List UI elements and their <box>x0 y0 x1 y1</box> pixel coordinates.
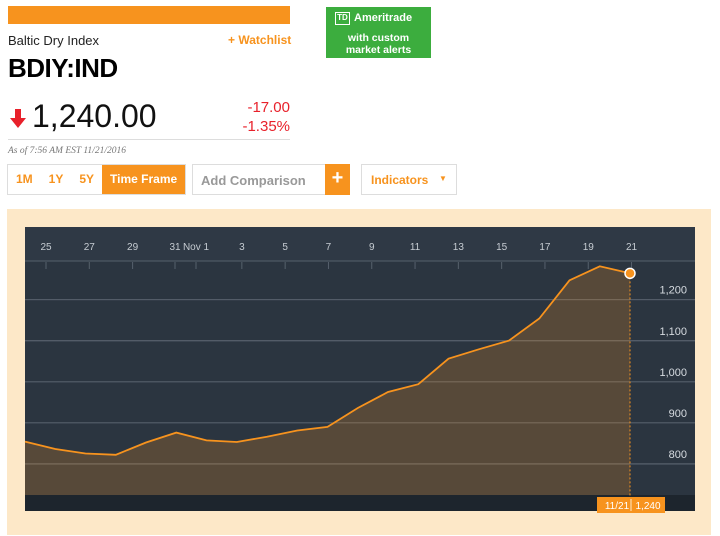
chart-frame: 25 27 29 31 Nov 1 3 5 7 9 11 13 15 17 19 21 800 900 1,000… <box>7 209 711 535</box>
add-comparison-plus-button[interactable]: + <box>325 164 350 195</box>
price-chart[interactable]: 25 27 29 31 Nov 1 3 5 7 9 11 13 15 17 19 21 800 900 1,000… <box>7 209 711 535</box>
index-name: Baltic Dry Index <box>8 33 100 48</box>
divider <box>8 139 290 140</box>
indicators-dropdown[interactable]: Indicators ▼ <box>361 164 457 195</box>
ticker-symbol: BDIY:IND <box>8 53 118 83</box>
accent-bar <box>8 6 290 24</box>
ad-text-line2: market alerts <box>345 44 412 56</box>
add-comparison-input[interactable]: Add Comparison + <box>192 164 350 195</box>
caret-down-icon: ▼ <box>439 174 447 183</box>
td-logo-icon: TD <box>335 12 350 25</box>
down-arrow-icon <box>10 109 26 128</box>
x-axis-band <box>25 227 695 261</box>
range-selector: 1M 1Y 5Y Time Frame <box>7 164 187 195</box>
price-change-percent: -1.35% <box>242 118 290 135</box>
x-tick-label: 13 <box>453 242 465 253</box>
x-tick-label: 3 <box>239 242 245 253</box>
x-tick-label: 11 <box>410 242 421 253</box>
y-tick-label: 1,000 <box>659 367 687 379</box>
add-comparison-placeholder: Add Comparison <box>201 173 306 188</box>
indicators-label: Indicators <box>371 173 429 187</box>
x-tick-label: 9 <box>369 242 375 253</box>
last-price: 1,240.00 <box>32 98 157 134</box>
last-point-marker <box>624 267 636 280</box>
x-tick-label: 19 <box>583 242 595 253</box>
x-tick-label: 5 <box>282 242 288 253</box>
x-tick-label: 21 <box>626 242 638 253</box>
range-5y-button[interactable]: 5Y <box>71 165 102 194</box>
ameritrade-ad[interactable]: TD Ameritrade with custom market alerts <box>326 7 431 58</box>
last-date-label: 11/21 <box>605 501 630 512</box>
y-tick-label: 800 <box>669 449 687 461</box>
ad-brand: Ameritrade <box>354 12 413 24</box>
x-tick-label: 29 <box>127 242 139 253</box>
y-tick-label: 900 <box>669 408 687 420</box>
x-tick-label: Nov 1 <box>183 242 210 253</box>
x-tick-label: 17 <box>539 242 551 253</box>
add-watchlist-link[interactable]: + Watchlist <box>228 33 291 47</box>
y-tick-label: 1,100 <box>659 326 687 338</box>
last-value-label: 1,240 <box>635 501 660 512</box>
x-tick-label: 15 <box>496 242 508 253</box>
x-tick-label: 27 <box>84 242 96 253</box>
as-of-timestamp: As of 7:56 AM EST 11/21/2016 <box>8 146 126 156</box>
x-tick-label: 25 <box>40 242 52 253</box>
range-1y-button[interactable]: 1Y <box>41 165 72 194</box>
price-change: -17.00 <box>247 99 290 116</box>
chart-footer-band <box>25 495 695 511</box>
x-tick-label: 7 <box>326 242 332 253</box>
time-frame-button[interactable]: Time Frame <box>102 165 186 194</box>
range-1m-button[interactable]: 1M <box>8 165 41 194</box>
x-tick-label: 31 <box>169 242 181 253</box>
ad-text-line1: with custom <box>347 32 410 44</box>
y-tick-label: 1,200 <box>659 285 687 297</box>
